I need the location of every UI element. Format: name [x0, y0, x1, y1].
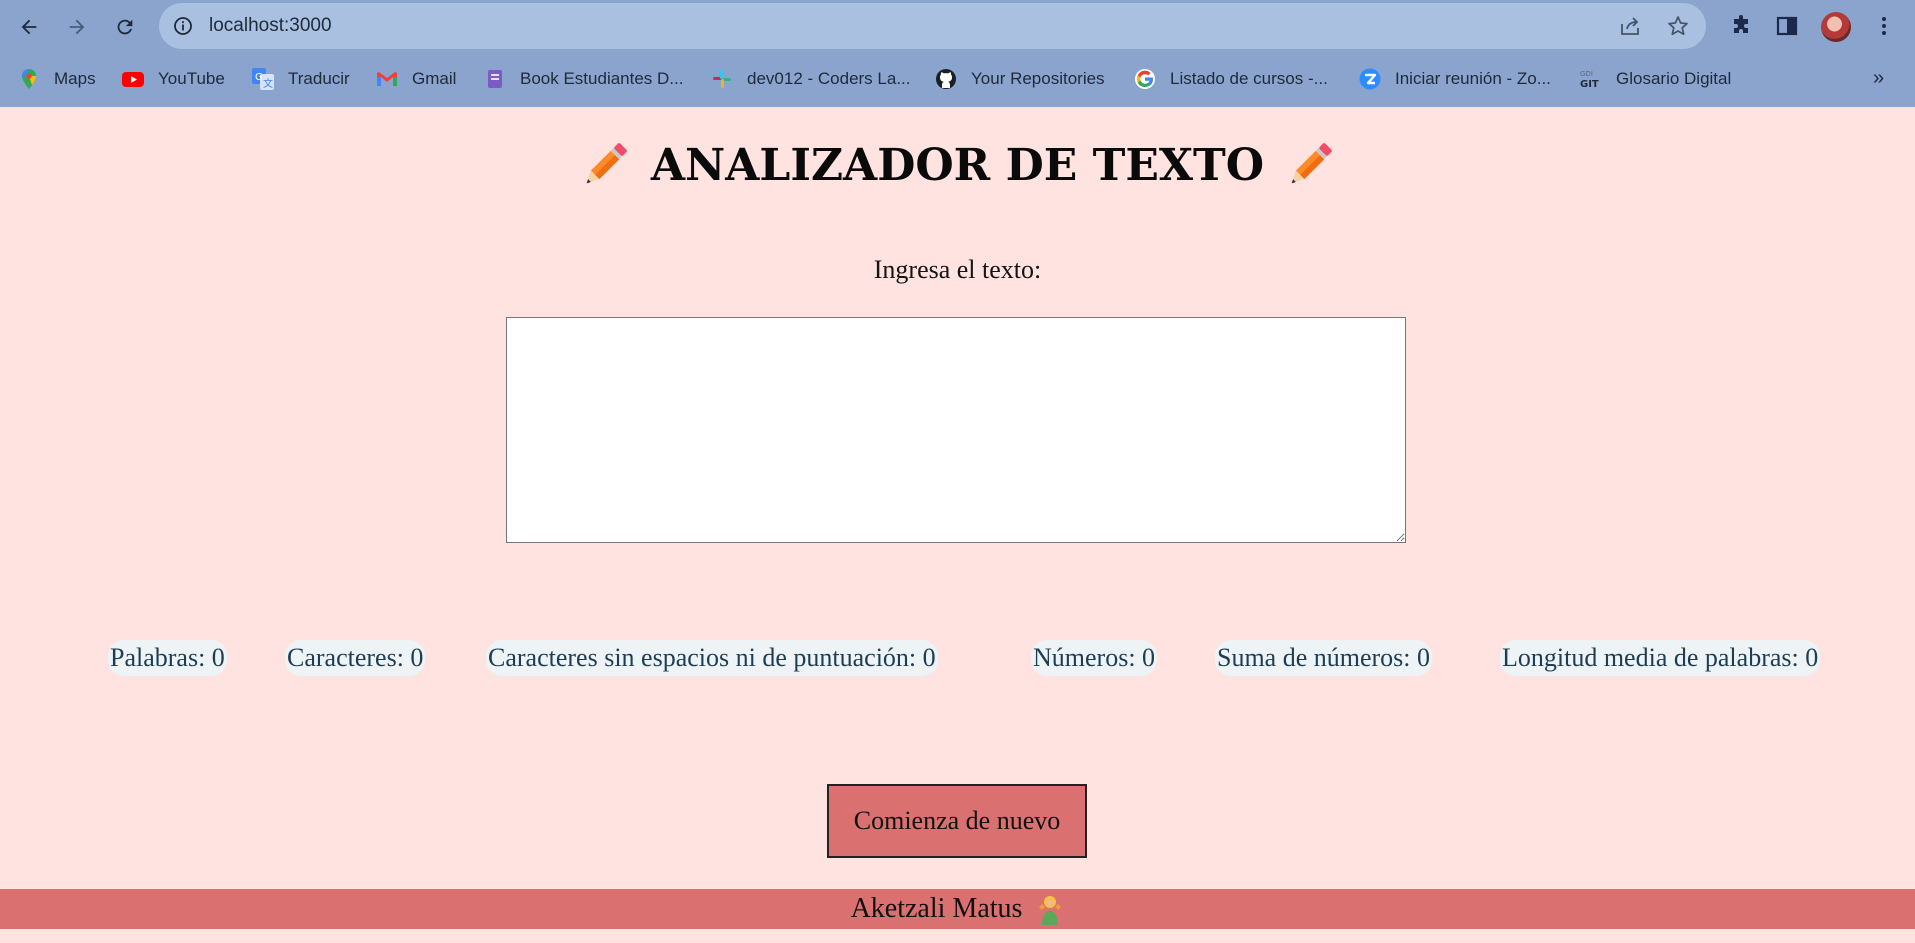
bookmark-your-repositories[interactable]: Your Repositories: [935, 67, 1105, 91]
title-text: ANALIZADOR DE TEXTO: [650, 139, 1265, 191]
bookmark-label: Listado de cursos -...: [1170, 69, 1328, 88]
footer: Aketzali Matus: [0, 889, 1915, 929]
bookmark-label: Glosario Digital: [1616, 69, 1732, 88]
reload-button[interactable]: [107, 9, 143, 45]
bookmarks-bar: Maps YouTube G 文 Traducir Gmail Book Est…: [0, 56, 1915, 102]
zoom-icon: [1359, 68, 1381, 90]
more-bookmarks-button[interactable]: »: [1873, 67, 1884, 90]
svg-text:GDI: GDI: [1580, 70, 1593, 78]
svg-text:文: 文: [263, 77, 273, 90]
bookmark-label: YouTube: [158, 69, 225, 88]
arrow-left-icon: [21, 19, 37, 35]
bookmark-traducir[interactable]: G 文 Traducir: [252, 67, 350, 91]
metric-word-count: Palabras: 0: [108, 640, 227, 676]
arrow-right-icon: [69, 19, 85, 35]
glosario-icon: GDI GIT: [1580, 70, 1599, 90]
bookmark-label: Gmail: [412, 69, 457, 88]
gmail-icon: [377, 72, 397, 86]
menu-kebab-icon[interactable]: [1872, 14, 1896, 38]
bookmark-label: dev012 - Coders La...: [747, 69, 911, 88]
slack-icon: [713, 70, 731, 88]
browser-chrome: localhost:3000 Maps YouTube G 文 Traducir…: [0, 0, 1915, 107]
url-text: localhost:3000: [209, 15, 332, 36]
text-input[interactable]: [506, 317, 1406, 543]
metric-character-count: Caracteres: 0: [285, 640, 426, 676]
youtube-icon: [122, 72, 144, 87]
metric-number-count: Números: 0: [1031, 640, 1158, 676]
metric-character-no-spaces: Caracteres sin espacios ni de puntuación…: [486, 640, 938, 676]
google-icon: [1135, 69, 1155, 89]
info-icon[interactable]: [173, 16, 193, 36]
input-label: Ingresa el texto:: [873, 255, 1042, 284]
forward-button[interactable]: [59, 9, 95, 45]
side-panel-icon[interactable]: [1775, 14, 1799, 38]
star-icon[interactable]: [1667, 15, 1689, 37]
bookmark-listado-cursos[interactable]: Listado de cursos -...: [1134, 67, 1328, 91]
page-title: ANALIZADOR DE TEXTO: [0, 137, 1915, 193]
book-icon: [488, 70, 502, 88]
bookmark-iniciar-reunion[interactable]: Iniciar reunión - Zo...: [1359, 67, 1551, 91]
bookmark-youtube[interactable]: YouTube: [122, 67, 225, 91]
metrics-list: Palabras: 0 Caracteres: 0 Caracteres sin…: [0, 640, 1915, 680]
address-bar[interactable]: localhost:3000: [159, 3, 1706, 49]
pencil-icon: [586, 143, 627, 184]
woman-mage-icon: [1039, 896, 1062, 925]
metric-word-length-average: Longitud media de palabras: 0: [1500, 640, 1821, 676]
bookmark-label: Traducir: [288, 69, 350, 88]
bookmark-glosario-digital[interactable]: GDI GIT Glosario Digital: [1580, 67, 1731, 91]
profile-avatar[interactable]: [1821, 12, 1851, 42]
maps-icon: [22, 69, 36, 89]
bookmark-label: Book Estudiantes D...: [520, 69, 684, 88]
footer-author: Aketzali Matus: [850, 893, 1023, 924]
restart-button[interactable]: Comienza de nuevo: [827, 784, 1087, 858]
browser-toolbar: localhost:3000: [0, 0, 1915, 54]
bookmark-gmail[interactable]: Gmail: [376, 67, 456, 91]
bookmark-maps[interactable]: Maps: [18, 67, 96, 91]
page-content: ANALIZADOR DE TEXTO Ingresa el texto: Pa…: [0, 107, 1915, 943]
bookmark-label: Your Repositories: [971, 69, 1105, 88]
svg-text:GIT: GIT: [1580, 79, 1599, 90]
back-button[interactable]: [11, 9, 47, 45]
page-bottom: [0, 929, 1915, 943]
github-icon: [936, 69, 956, 89]
translate-icon: G 文: [252, 68, 274, 90]
bookmark-dev012[interactable]: dev012 - Coders La...: [711, 67, 910, 91]
share-icon[interactable]: [1619, 15, 1641, 37]
bookmark-label: Iniciar reunión - Zo...: [1395, 69, 1551, 88]
bookmark-label: Maps: [54, 69, 96, 88]
svg-text:G: G: [255, 72, 263, 83]
reload-icon: [117, 19, 133, 35]
metric-number-sum: Suma de números: 0: [1215, 640, 1433, 676]
bookmark-book-estudiantes[interactable]: Book Estudiantes D...: [484, 67, 683, 91]
pencil-icon: [1291, 143, 1332, 184]
extensions-icon[interactable]: [1729, 14, 1753, 38]
